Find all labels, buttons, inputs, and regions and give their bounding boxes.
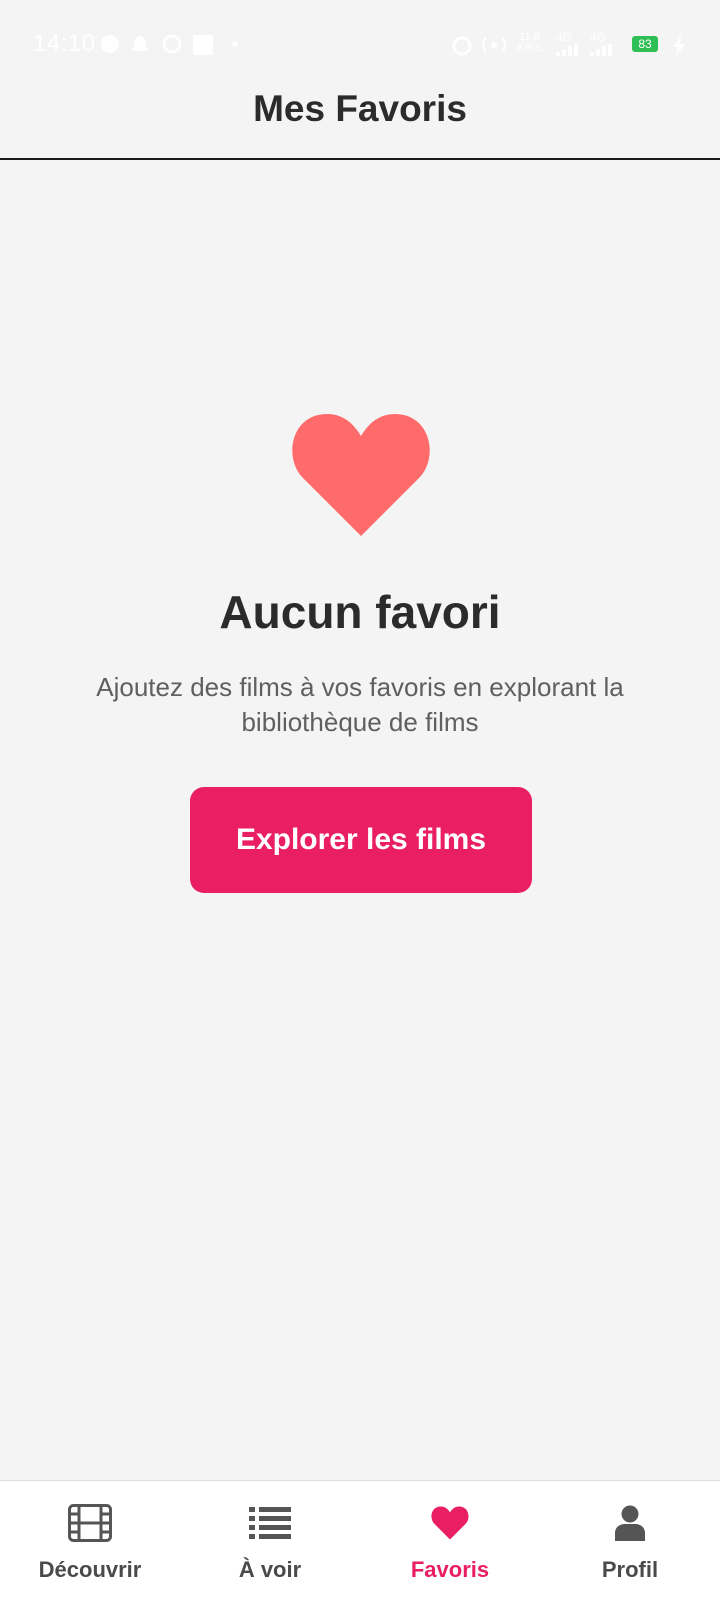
snapchat-icon [131,36,149,51]
list-icon [249,1503,291,1543]
nav-label-a-voir: À voir [238,1557,302,1582]
heart-icon [430,1503,470,1543]
signal-icon-1 [556,44,578,56]
dot-icon [232,41,238,47]
app-notification-icon [193,35,213,55]
signal-label-2: 4G [590,30,607,44]
heart-icon [292,414,430,536]
battery-indicator: 83 [632,36,658,52]
sync-icon [162,34,182,54]
status-time: 14:10 [33,30,96,57]
charging-icon [673,36,685,56]
explore-films-button[interactable]: Explorer les films [190,787,532,893]
network-speed: 11,8 KB/S [517,32,542,54]
nav-label-favoris: Favoris [410,1557,490,1582]
nav-item-profil[interactable]: Profil [540,1481,720,1601]
page-title: Mes Favoris [253,88,467,129]
messenger-icon [101,35,119,53]
signal-label-1: 4G [556,30,573,44]
empty-state-title: Aucun favori [219,586,501,638]
nav-item-a-voir[interactable]: À voir [180,1481,360,1601]
nav-label-decouvrir: Découvrir [38,1557,142,1582]
bottom-nav: Découvrir À voir Favoris Profil [0,1480,720,1601]
nav-item-decouvrir[interactable]: Découvrir [0,1481,180,1601]
signal-icon-2 [590,44,612,56]
empty-state-description: Ajoutez des films à vos favoris en explo… [96,672,624,737]
network-speed-unit: KB/S [517,42,543,54]
nav-item-favoris[interactable]: Favoris [360,1481,540,1601]
app-header: Mes Favoris [0,70,720,160]
film-icon [68,1503,112,1543]
hotspot-icon [482,37,506,53]
alarm-icon [452,36,472,56]
nav-label-profil: Profil [601,1557,659,1582]
user-icon [615,1503,645,1543]
